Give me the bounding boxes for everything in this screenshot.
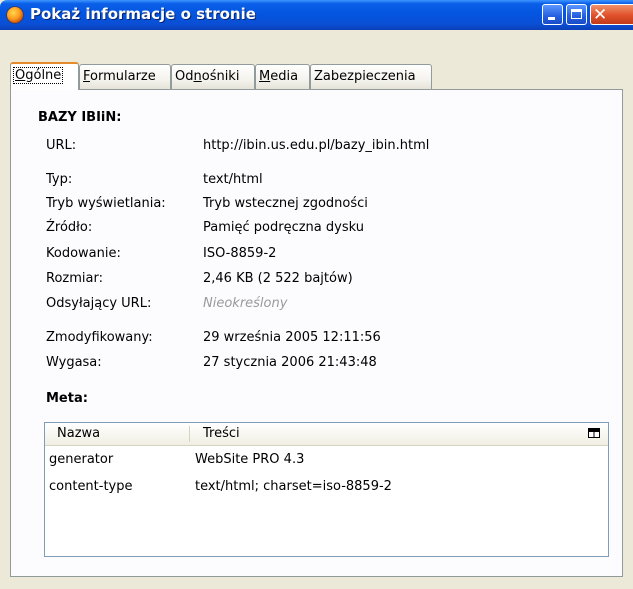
tab-media-label: Media — [259, 69, 299, 84]
table-row[interactable]: content-type text/html; charset=iso-8859… — [45, 477, 608, 497]
encoding-label: Kodowanie: — [46, 246, 121, 261]
modified-label: Zmodyfikowany: — [46, 330, 153, 345]
tab-links-label: Odnośniki — [175, 69, 240, 84]
tab-forms[interactable]: Formularze — [79, 64, 171, 89]
source-label: Źródło: — [46, 220, 93, 235]
meta-section-title: Meta: — [46, 391, 88, 406]
expires-value[interactable]: 27 stycznia 2006 21:43:48 — [203, 355, 377, 370]
referrer-value[interactable]: Nieokreślony — [203, 296, 287, 311]
close-button[interactable]: ✕ — [590, 4, 633, 25]
maximize-icon — [571, 9, 582, 19]
tab-security[interactable]: Zabezpieczenia — [310, 64, 432, 89]
url-value[interactable]: http://ibin.us.edu.pl/bazy_ibin.html — [203, 138, 429, 153]
meta-content-cell: WebSite PRO 4.3 — [195, 452, 305, 467]
column-splitter[interactable] — [189, 426, 190, 442]
render-mode-label: Tryb wyświetlania: — [46, 196, 166, 211]
page-title: BAZY IBIiN: — [38, 110, 122, 125]
url-label: URL: — [46, 138, 77, 153]
meta-name-cell: generator — [49, 452, 114, 467]
column-picker-icon[interactable] — [586, 425, 602, 441]
column-header-content[interactable]: Treści — [203, 426, 240, 441]
tab-general-label: Ogólne — [12, 67, 64, 84]
tab-general[interactable]: Ogólne — [10, 62, 79, 90]
window-title: Pokaż informacje o stronie — [30, 5, 256, 23]
maximize-button[interactable] — [566, 4, 587, 25]
minimize-button[interactable] — [542, 4, 563, 25]
page-info-window: Pokaż informacje o stronie ✕ Ogólne Form… — [0, 0, 633, 589]
firefox-icon — [6, 6, 24, 24]
close-icon: ✕ — [593, 5, 608, 25]
tab-links[interactable]: Odnośniki — [171, 64, 255, 89]
type-value[interactable]: text/html — [203, 172, 263, 187]
modified-value[interactable]: 29 września 2005 12:11:56 — [203, 330, 381, 345]
meta-name-cell: content-type — [49, 479, 133, 494]
tab-forms-label: Formularze — [83, 69, 156, 84]
size-value[interactable]: 2,46 KB (2 522 bajtów) — [203, 271, 353, 286]
referrer-label: Odsyłający URL: — [46, 296, 152, 311]
expires-label: Wygasa: — [46, 355, 102, 370]
source-value[interactable]: Pamięć podręczna dysku — [203, 220, 364, 235]
title-bar[interactable]: Pokaż informacje o stronie ✕ — [0, 0, 633, 30]
tab-security-label: Zabezpieczenia — [314, 69, 416, 84]
minimize-icon — [548, 17, 555, 20]
meta-tree[interactable]: Nazwa Treści generator WebSite PRO 4.3 c… — [44, 422, 609, 557]
column-header-name[interactable]: Nazwa — [57, 426, 100, 441]
encoding-value[interactable]: ISO-8859-2 — [203, 246, 276, 261]
meta-content-cell: text/html; charset=iso-8859-2 — [195, 479, 392, 494]
tab-media[interactable]: Media — [255, 64, 310, 89]
size-label: Rozmiar: — [46, 271, 103, 286]
type-label: Typ: — [46, 172, 73, 187]
render-mode-value[interactable]: Tryb wstecznej zgodności — [203, 196, 368, 211]
meta-header: Nazwa Treści — [45, 423, 608, 446]
table-row[interactable]: generator WebSite PRO 4.3 — [45, 450, 608, 470]
